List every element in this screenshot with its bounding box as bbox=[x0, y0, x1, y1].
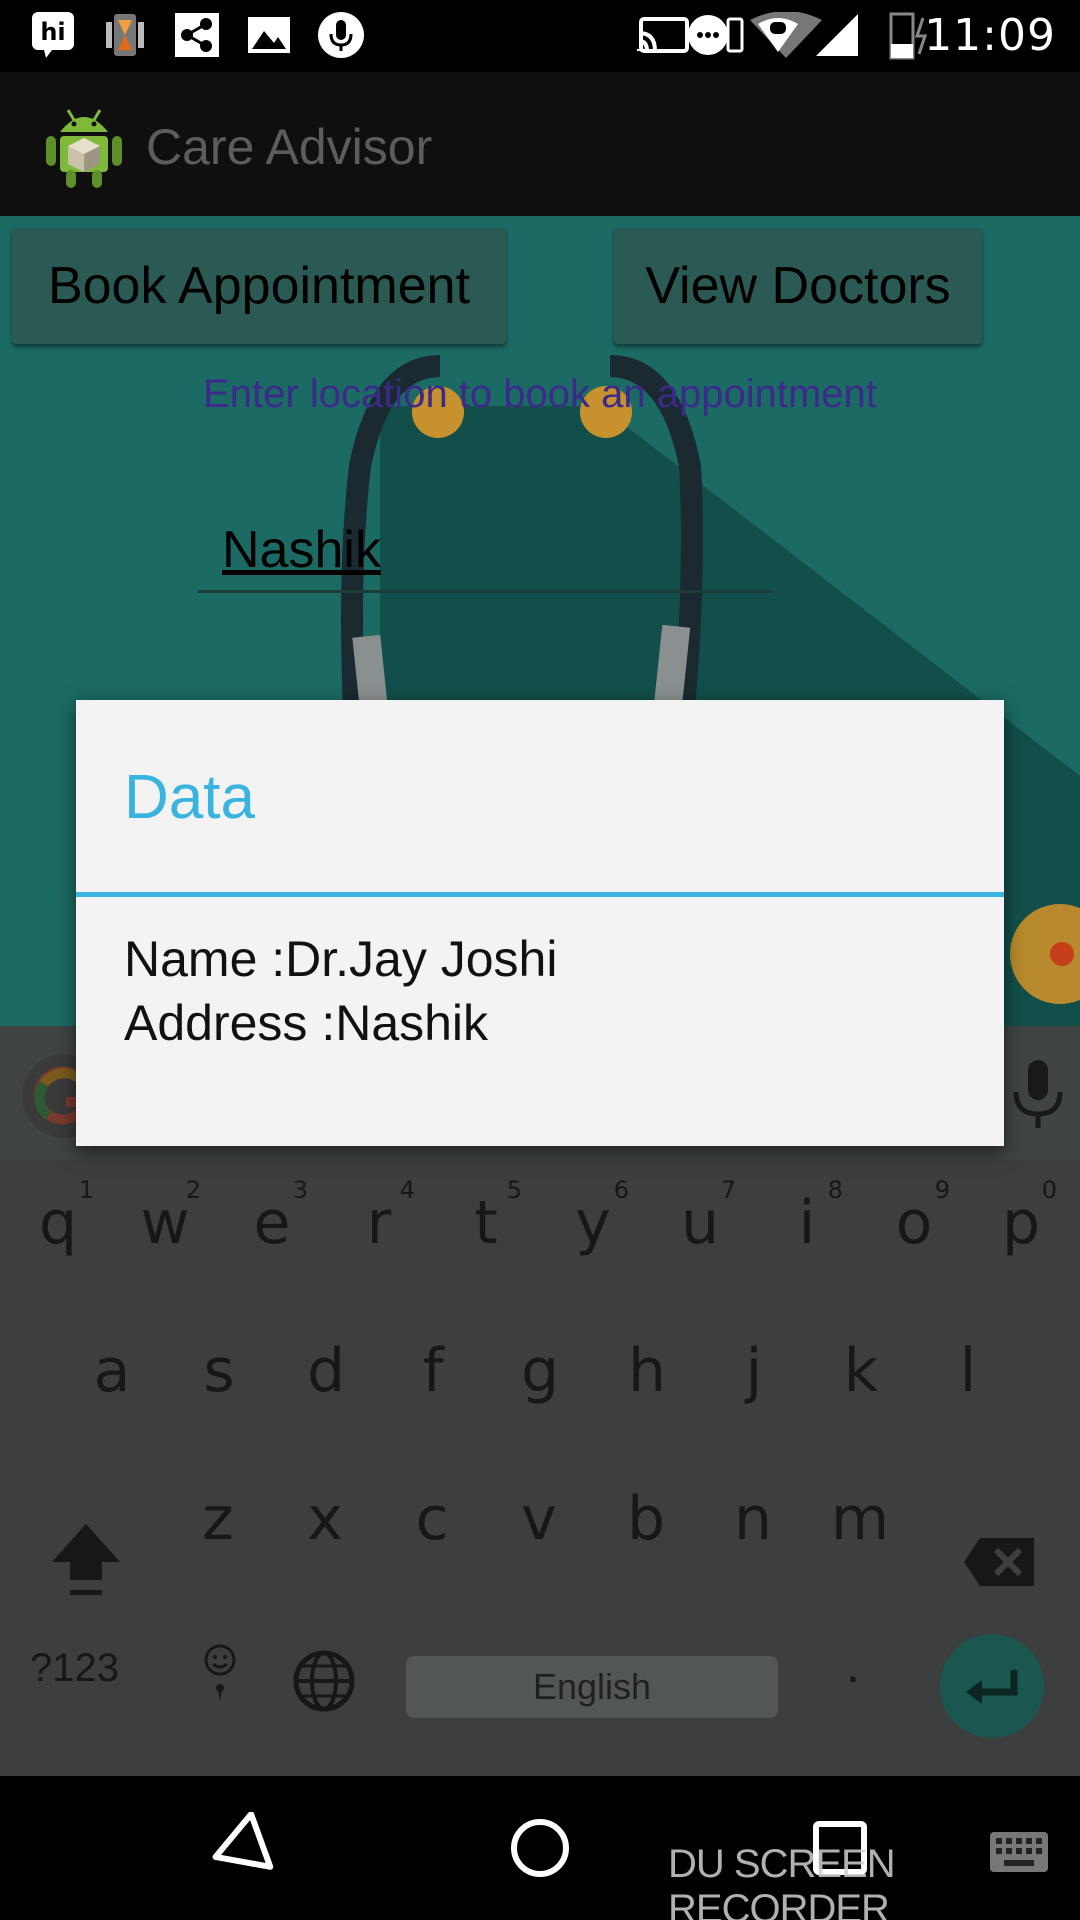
key-label: y bbox=[575, 1188, 611, 1258]
key-w[interactable]: 2w bbox=[115, 1168, 215, 1278]
phone-screen: hi 11:09 Care Advisor Book Appointment V… bbox=[0, 0, 1080, 1920]
key-x[interactable]: x bbox=[275, 1464, 375, 1574]
key-label: e bbox=[253, 1188, 291, 1258]
cast-icon bbox=[634, 10, 692, 60]
key-number-hint: 1 bbox=[78, 1176, 94, 1204]
navigation-bar: DU SCREEN RECORDER bbox=[0, 1776, 1080, 1920]
app-title: Care Advisor bbox=[146, 119, 433, 175]
key-i[interactable]: 8i bbox=[757, 1168, 857, 1278]
emoji-key[interactable] bbox=[170, 1626, 270, 1736]
key-t[interactable]: 5t bbox=[436, 1168, 536, 1278]
key-g[interactable]: g bbox=[490, 1316, 590, 1426]
back-icon[interactable] bbox=[204, 1811, 276, 1884]
dialog-doctor-name: Name :Dr.Jay Joshi bbox=[124, 931, 558, 987]
data-dialog: Data Name :Dr.Jay Joshi Address :Nashik bbox=[76, 700, 1004, 1146]
key-number-hint: 8 bbox=[827, 1176, 843, 1204]
key-e[interactable]: 3e bbox=[222, 1168, 322, 1278]
key-number-hint: 7 bbox=[720, 1176, 736, 1204]
hi-app-icon: hi bbox=[28, 10, 78, 60]
key-label: r bbox=[366, 1188, 392, 1258]
dialog-title: Data bbox=[124, 763, 255, 832]
key-number-hint: 5 bbox=[506, 1176, 522, 1204]
key-r[interactable]: 4r bbox=[329, 1168, 429, 1278]
key-z[interactable]: z bbox=[168, 1464, 268, 1574]
key-v[interactable]: v bbox=[489, 1464, 589, 1574]
key-m[interactable]: m bbox=[810, 1464, 910, 1574]
action-bar: Care Advisor bbox=[0, 72, 1080, 216]
key-number-hint: 2 bbox=[185, 1176, 201, 1204]
book-appointment-button[interactable]: Book Appointment bbox=[12, 228, 506, 344]
android-logo-icon bbox=[44, 100, 124, 190]
key-b[interactable]: b bbox=[596, 1464, 696, 1574]
key-k[interactable]: k bbox=[811, 1316, 911, 1426]
key-number-hint: 0 bbox=[1041, 1176, 1057, 1204]
key-s[interactable]: s bbox=[169, 1316, 269, 1426]
key-number-hint: 3 bbox=[292, 1176, 308, 1204]
key-p[interactable]: 0p bbox=[971, 1168, 1071, 1278]
key-o[interactable]: 9o bbox=[864, 1168, 964, 1278]
key-label: p bbox=[1001, 1188, 1041, 1258]
key-h[interactable]: h bbox=[597, 1316, 697, 1426]
key-l[interactable]: l bbox=[918, 1316, 1018, 1426]
key-number-hint: 6 bbox=[613, 1176, 629, 1204]
key-label: w bbox=[140, 1188, 190, 1258]
image-icon bbox=[244, 10, 294, 60]
key-number-hint: 4 bbox=[399, 1176, 415, 1204]
key-label: i bbox=[798, 1188, 816, 1258]
shift-key[interactable] bbox=[36, 1504, 136, 1614]
status-time: 11:09 bbox=[924, 10, 1056, 61]
location-value: Nashik bbox=[222, 521, 381, 579]
view-doctors-button[interactable]: View Doctors bbox=[614, 228, 982, 344]
period-key[interactable]: . bbox=[846, 1636, 860, 1694]
hourglass-icon bbox=[100, 10, 150, 60]
mic-icon bbox=[316, 10, 366, 60]
share-icon bbox=[172, 10, 222, 60]
dialog-divider bbox=[76, 892, 1004, 897]
key-u[interactable]: 7u bbox=[650, 1168, 750, 1278]
key-label: q bbox=[38, 1188, 78, 1258]
home-icon[interactable] bbox=[504, 1812, 576, 1884]
svg-text:hi: hi bbox=[40, 18, 65, 46]
enter-key-icon[interactable] bbox=[940, 1634, 1044, 1738]
dialog-doctor-address: Address :Nashik bbox=[124, 995, 489, 1051]
key-c[interactable]: c bbox=[382, 1464, 482, 1574]
key-j[interactable]: j bbox=[704, 1316, 804, 1426]
location-input[interactable]: Nashik bbox=[198, 506, 772, 593]
keyboard-mic-icon[interactable] bbox=[1008, 1052, 1068, 1136]
key-label: t bbox=[474, 1188, 498, 1258]
keyboard-icon[interactable] bbox=[988, 1830, 1050, 1874]
key-a[interactable]: a bbox=[62, 1316, 162, 1426]
key-f[interactable]: f bbox=[383, 1316, 483, 1426]
backspace-key[interactable] bbox=[950, 1504, 1050, 1614]
more-icon bbox=[686, 10, 746, 60]
symbols-key[interactable]: ?123 bbox=[30, 1646, 119, 1691]
key-label: o bbox=[895, 1188, 933, 1258]
key-q[interactable]: 1q bbox=[8, 1168, 108, 1278]
key-d[interactable]: d bbox=[276, 1316, 376, 1426]
space-key[interactable]: English bbox=[406, 1656, 778, 1718]
key-number-hint: 9 bbox=[934, 1176, 950, 1204]
globe-key-icon[interactable] bbox=[274, 1626, 374, 1736]
key-n[interactable]: n bbox=[703, 1464, 803, 1574]
key-label: u bbox=[680, 1188, 720, 1258]
status-bar: hi 11:09 bbox=[0, 0, 1080, 72]
location-hint: Enter location to book an appointment bbox=[203, 372, 877, 416]
signal-icon bbox=[812, 10, 862, 60]
key-y[interactable]: 6y bbox=[543, 1168, 643, 1278]
